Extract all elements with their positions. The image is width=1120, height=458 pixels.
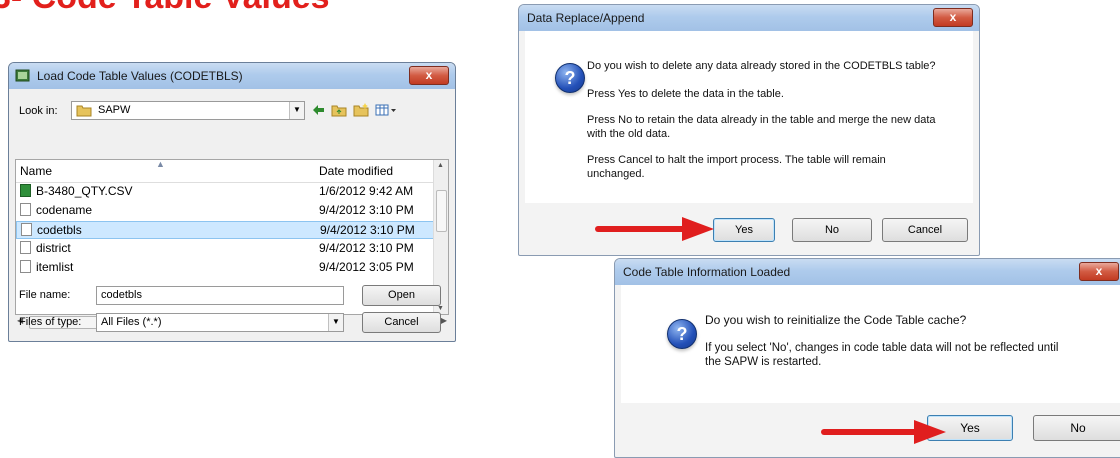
info-text-1: If you select 'No', changes in code tabl…	[705, 342, 1059, 354]
cancel-button[interactable]: Cancel	[362, 312, 441, 333]
no-button[interactable]: No	[1033, 415, 1120, 441]
red-arrow-pointer	[595, 217, 714, 241]
file-date: 9/4/2012 3:05 PM	[319, 260, 414, 274]
column-name[interactable]: Name	[20, 164, 52, 178]
close-icon[interactable]: x	[1079, 262, 1119, 281]
look-in-value: SAPW	[98, 104, 131, 116]
back-arrow-icon[interactable]	[311, 103, 325, 122]
close-icon[interactable]: x	[409, 66, 449, 85]
scroll-down-icon[interactable]: ▼	[437, 305, 444, 312]
file-row[interactable]: itemlist 9/4/2012 3:05 PM	[16, 259, 434, 277]
info-question: Do you wish to reinitialize the Code Tab…	[705, 313, 967, 327]
files-of-type-value: All Files (*.*)	[101, 316, 162, 328]
replace-no-text-1: Press No to retain the data already in t…	[587, 114, 936, 126]
replace-question: Do you wish to delete any data already s…	[587, 60, 936, 72]
look-in-dropdown[interactable]: SAPW ▼	[71, 101, 305, 120]
open-button[interactable]: Open	[362, 285, 441, 306]
column-date[interactable]: Date modified	[319, 164, 393, 178]
yes-button[interactable]: Yes	[713, 218, 775, 242]
file-row[interactable]: codename 9/4/2012 3:10 PM	[16, 202, 434, 220]
file-row[interactable]: B-3480_QTY.CSV 1/6/2012 9:42 AM	[16, 183, 434, 201]
cancel-button[interactable]: Cancel	[882, 218, 968, 242]
chevron-down-icon: ▼	[328, 314, 343, 331]
red-arrow-pointer	[821, 420, 946, 444]
message-area: ? Do you wish to reinitialize the Code T…	[621, 285, 1120, 403]
file-row[interactable]: codetbls 9/4/2012 3:10 PM	[16, 221, 434, 239]
scroll-up-icon[interactable]: ▲	[437, 162, 444, 169]
replace-cancel-text-2: unchanged.	[587, 168, 645, 180]
dialog-title: Load Code Table Values (CODETBLS)	[37, 69, 243, 83]
file-date: 9/4/2012 3:10 PM	[319, 241, 414, 255]
dialog-titlebar: Data Replace/Append x	[519, 5, 979, 31]
file-icon	[20, 203, 31, 216]
files-of-type-label: Files of type:	[19, 316, 82, 328]
info-text-2: the SAPW is restarted.	[705, 356, 822, 368]
file-row[interactable]: district 9/4/2012 3:10 PM	[16, 240, 434, 258]
app-icon	[15, 68, 30, 83]
look-in-label: Look in:	[19, 105, 58, 117]
file-name: codetbls	[37, 223, 82, 237]
replace-no-text-2: with the old data.	[587, 128, 671, 140]
file-icon	[20, 241, 31, 254]
scroll-right-icon[interactable]: ▶	[441, 316, 447, 325]
file-icon	[20, 260, 31, 273]
scrollbar-thumb[interactable]	[436, 190, 447, 232]
spreadsheet-file-icon	[20, 184, 31, 197]
chevron-down-icon: ▼	[289, 102, 304, 119]
dialog-title: Data Replace/Append	[527, 11, 645, 25]
dialog-title: Code Table Information Loaded	[623, 265, 791, 279]
file-date: 9/4/2012 3:10 PM	[320, 223, 415, 237]
close-icon[interactable]: x	[933, 8, 973, 27]
load-code-table-dialog: Load Code Table Values (CODETBLS) x Look…	[8, 62, 456, 342]
dialog-titlebar: Code Table Information Loaded x	[615, 259, 1120, 285]
file-name-label: File name:	[19, 289, 71, 301]
data-replace-dialog: Data Replace/Append x ? Do you wish to d…	[518, 4, 980, 256]
view-menu-icon[interactable]	[375, 103, 397, 122]
file-date: 9/4/2012 3:10 PM	[319, 203, 414, 217]
message-area: ? Do you wish to delete any data already…	[525, 31, 973, 203]
list-header: Name ▲ Date modified	[16, 160, 434, 183]
no-button[interactable]: No	[792, 218, 872, 242]
sort-up-icon: ▲	[156, 159, 165, 169]
up-folder-icon[interactable]	[331, 103, 347, 122]
file-date: 1/6/2012 9:42 AM	[319, 184, 414, 198]
file-icon	[21, 223, 32, 236]
file-name-value: codetbls	[101, 289, 142, 301]
folder-icon	[76, 104, 92, 117]
file-name: itemlist	[36, 260, 74, 274]
question-icon: ?	[555, 63, 585, 93]
replace-yes-text: Press Yes to delete the data in the tabl…	[587, 88, 784, 100]
slide-title: 3- Code Table Values	[0, 0, 330, 17]
file-name: district	[36, 241, 71, 255]
question-icon: ?	[667, 319, 697, 349]
file-name: codename	[36, 203, 93, 217]
files-of-type-dropdown[interactable]: All Files (*.*) ▼	[96, 313, 344, 332]
new-folder-icon[interactable]	[353, 103, 369, 122]
dialog-titlebar: Load Code Table Values (CODETBLS) x	[9, 63, 455, 89]
replace-cancel-text-1: Press Cancel to halt the import process.…	[587, 154, 886, 166]
toolbar-icons	[309, 101, 429, 120]
file-name-input[interactable]: codetbls	[96, 286, 344, 305]
file-name: B-3480_QTY.CSV	[36, 184, 133, 198]
